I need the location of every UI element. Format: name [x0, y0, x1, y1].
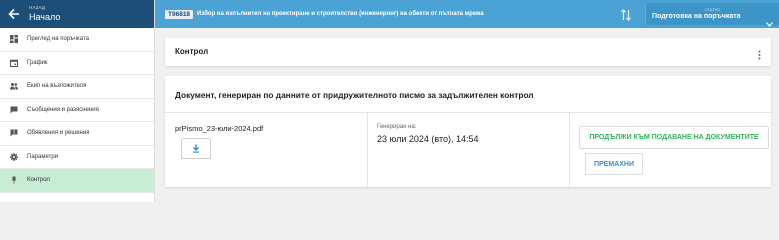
sidebar-item-label: Съобщения и разяснения	[27, 106, 99, 113]
procurement-title: Избор на изпълнител на проектиране и стр…	[197, 11, 484, 17]
divider	[165, 112, 771, 113]
gear-icon	[10, 152, 18, 161]
arrow-left-icon	[8, 7, 22, 21]
calendar-icon	[10, 59, 18, 67]
page-title: Контрол	[175, 47, 209, 56]
sidebar-item-team[interactable]: Екип на възложителя	[0, 75, 154, 99]
sidebar-item-announcements[interactable]: Обявления и решения	[0, 122, 154, 146]
download-button[interactable]	[181, 138, 211, 159]
back-main-label: Начало	[29, 11, 61, 22]
dashboard-icon	[10, 35, 18, 44]
sidebar-item-messages[interactable]: Съобщения и разяснения	[0, 99, 154, 122]
sidebar-item-label: Обявления и решения	[27, 130, 90, 137]
announcement-icon	[10, 129, 18, 137]
more-options-icon[interactable]	[758, 47, 761, 60]
divider	[367, 113, 368, 187]
remove-button[interactable]: ПРЕМАХНИ	[585, 153, 643, 175]
control-section-card: Контрол	[165, 38, 771, 66]
sidebar: НАЗАД Начало Преглед на поръчката График…	[0, 0, 155, 202]
back-sub-label: НАЗАД	[29, 5, 46, 11]
sidebar-item-parameters[interactable]: Параметри	[0, 146, 154, 169]
status-dropdown[interactable]: СТАТУС Подготовка на поръчката	[645, 3, 779, 27]
sidebar-item-label: График	[27, 59, 48, 66]
status-value: Подготовка на поръчката	[652, 13, 741, 20]
chevron-down-icon	[766, 14, 773, 27]
top-bar: T96818 Избор на изпълнител на проектиран…	[155, 0, 779, 28]
procurement-id-badge: T96818	[165, 9, 194, 19]
sidebar-item-schedule[interactable]: График	[0, 52, 154, 75]
download-icon	[192, 140, 200, 158]
document-card: Документ, генериран по данните от придру…	[165, 76, 771, 187]
status-label: СТАТУС	[704, 7, 721, 12]
sidebar-item-label: Контрол	[27, 177, 50, 184]
generated-label: Генериран на:	[377, 124, 417, 130]
sidebar-item-overview[interactable]: Преглед на поръчката	[0, 28, 154, 52]
sidebar-item-label: Параметри	[27, 153, 59, 160]
generated-value: 23 юли 2024 (вто), 14:54	[377, 134, 479, 144]
sidebar-item-label: Преглед на поръчката	[27, 36, 90, 43]
sidebar-item-control[interactable]: Контрол	[0, 169, 154, 193]
continue-to-submission-button[interactable]: ПРОДЪЛЖИ КЪМ ПОДАВАНЕ НА ДОКУМЕНТИТЕ	[579, 126, 769, 149]
document-filename[interactable]: prPismo_23-юли-2024.pdf	[175, 124, 263, 133]
sort-icon[interactable]	[620, 8, 632, 21]
pin-icon	[10, 176, 18, 184]
chat-icon	[10, 106, 18, 114]
sidebar-item-label: Екип на възложителя	[27, 83, 87, 90]
back-button[interactable]: НАЗАД Начало	[0, 0, 154, 28]
team-icon	[10, 82, 18, 90]
document-heading: Документ, генериран по данните от придру…	[175, 90, 534, 100]
divider	[569, 113, 570, 187]
